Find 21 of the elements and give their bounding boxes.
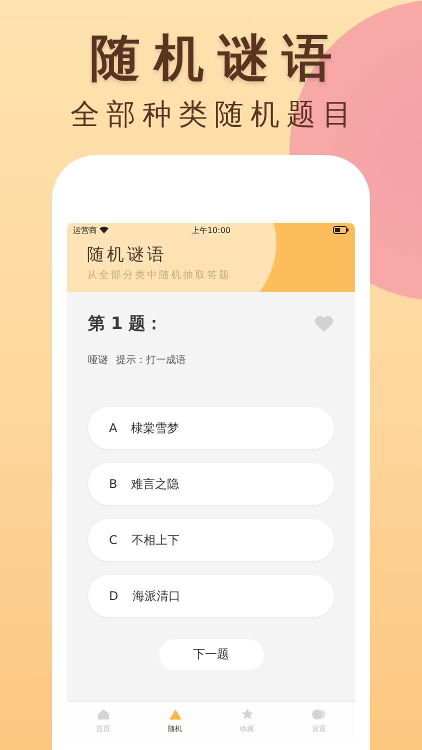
question-number: 第 1 题： [88, 313, 163, 335]
circles-icon [312, 708, 326, 720]
status-time: 上午10:00 [190, 224, 232, 236]
house-icon [96, 708, 110, 720]
answer-option[interactable]: D 海派清口 [88, 575, 334, 617]
answer-option[interactable]: C 不相上下 [88, 519, 334, 561]
riddle-hint: 提示：打一成语 [116, 354, 186, 367]
wifi-icon [99, 226, 109, 234]
next-button[interactable]: 下一题 [158, 639, 264, 670]
star-icon [240, 708, 254, 720]
answer-option[interactable]: A 棣棠雪梦 [88, 407, 334, 449]
promo-subtitle: 全部种类随机题目 [70, 96, 358, 132]
screen-title: 随机谜语 [87, 244, 168, 266]
answer-option[interactable]: B 难言之隐 [88, 463, 334, 505]
screen-subtitle: 从全部分类中随机抽取答题 [87, 268, 232, 282]
triangle-icon [168, 708, 182, 720]
promo-title: 随机谜语 [89, 28, 346, 88]
riddle-category: 哑谜 [88, 354, 108, 367]
carrier-label: 运营商 [73, 224, 97, 236]
battery-icon [333, 226, 349, 234]
heart-icon[interactable] [314, 314, 334, 332]
